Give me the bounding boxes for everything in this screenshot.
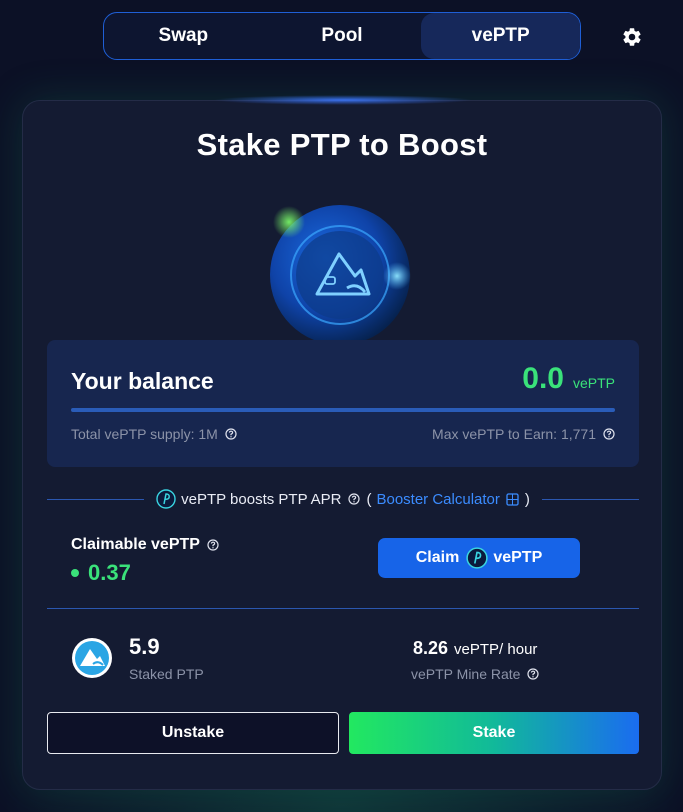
mine-rate-label: vePTP Mine Rate	[411, 666, 540, 682]
mine-rate-label-text: vePTP Mine Rate	[411, 666, 521, 682]
claimable-value-group: 0.37	[71, 560, 131, 586]
divider-line	[541, 498, 640, 500]
unstake-button[interactable]: Unstake	[47, 712, 339, 754]
claim-button-label: Claim	[415, 549, 460, 566]
balance-unit: vePTP	[572, 375, 615, 391]
stake-card: Stake PTP to Boost Your balance 0.0 vePT…	[22, 95, 662, 790]
ptp-logo-icon	[72, 638, 112, 678]
claimable-label-text: Claimable vePTP	[71, 536, 200, 553]
total-supply: Total vePTP supply: 1M	[71, 426, 237, 442]
card-top-glow	[213, 95, 473, 105]
help-icon[interactable]	[348, 493, 361, 505]
tab-swap[interactable]: Swap	[104, 13, 263, 59]
help-icon[interactable]	[225, 428, 237, 440]
total-supply-text: Total vePTP supply: 1M	[71, 426, 218, 442]
claimable-label: Claimable vePTP	[71, 536, 219, 554]
gear-icon[interactable]	[621, 26, 643, 48]
stake-button[interactable]: Stake	[349, 712, 639, 754]
booster-calculator-link[interactable]: Booster Calculator	[376, 491, 499, 508]
staked-label: Staked PTP	[129, 666, 204, 682]
claimable-value: 0.37	[88, 560, 131, 585]
boost-info: vePTP boosts PTP APR ( Booster Calculato…	[144, 489, 542, 509]
status-dot	[71, 569, 79, 577]
tab-pool[interactable]: Pool	[263, 13, 422, 59]
divider-line	[47, 498, 145, 500]
calculator-icon[interactable]	[506, 492, 519, 506]
balance-bar	[71, 408, 615, 412]
close-paren: )	[524, 490, 530, 508]
balance-label: Your balance	[71, 368, 214, 394]
max-earn: Max vePTP to Earn: 1,771	[432, 426, 615, 442]
balance-value: 0.0	[522, 362, 564, 395]
claim-button-unit: vePTP	[493, 549, 543, 566]
nav-tabs: Swap Pool vePTP	[103, 12, 581, 60]
veptp-token-icon	[466, 547, 488, 569]
mine-rate-group: 8.26 vePTP/ hour	[413, 638, 537, 659]
ptp-coin-icon	[270, 205, 411, 345]
tab-veptp[interactable]: vePTP	[421, 13, 580, 59]
staked-value: 5.9	[129, 634, 160, 659]
section-divider	[47, 608, 639, 609]
max-earn-text: Max vePTP to Earn: 1,771	[432, 426, 596, 442]
help-icon[interactable]	[527, 668, 540, 680]
help-icon[interactable]	[603, 428, 615, 440]
help-icon[interactable]	[207, 539, 219, 551]
claim-button[interactable]: Claim vePTP	[378, 538, 580, 578]
mine-rate-unit: vePTP/ hour	[454, 641, 538, 658]
balance-value-group: 0.0 vePTP	[522, 362, 615, 396]
page-title: Stake PTP to Boost	[196, 127, 488, 162]
boost-divider: vePTP boosts PTP APR ( Booster Calculato…	[47, 487, 640, 511]
balance-panel: Your balance 0.0 vePTP Total vePTP suppl…	[47, 340, 639, 467]
boost-text: vePTP boosts PTP APR	[181, 490, 342, 508]
mine-rate-value: 8.26	[413, 638, 449, 658]
open-paren: (	[366, 490, 372, 508]
veptp-token-icon	[156, 489, 176, 509]
